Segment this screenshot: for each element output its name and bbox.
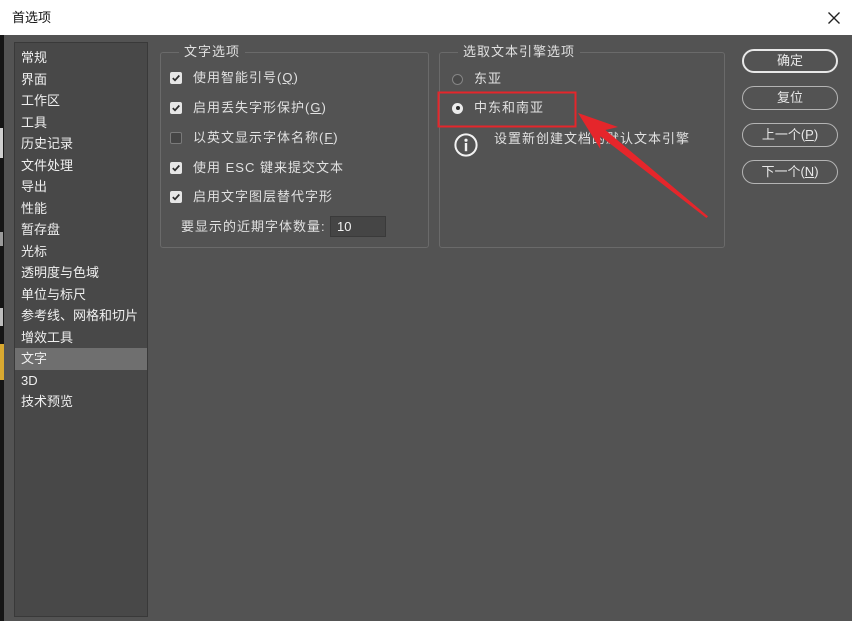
- sidebar-item-interface[interactable]: 界面: [15, 69, 147, 91]
- sidebar-item-scratch-disks[interactable]: 暂存盘: [15, 219, 147, 241]
- checkmark-icon: [172, 164, 180, 172]
- background-edge-fragment: [0, 308, 3, 326]
- sidebar-item-general[interactable]: 常规: [15, 47, 147, 69]
- smart-quotes-checkbox[interactable]: [170, 72, 182, 84]
- english-font-names-checkbox[interactable]: [170, 132, 182, 144]
- esc-commit-text-option[interactable]: 使用 ESC 键来提交文本: [170, 159, 344, 177]
- checkmark-icon: [172, 193, 180, 201]
- recent-fonts-count-input[interactable]: 10: [330, 216, 386, 237]
- sidebar-item-transparency-gamut[interactable]: 透明度与色域: [15, 262, 147, 284]
- recent-fonts-label: 要显示的近期字体数量:: [181, 219, 326, 234]
- reset-button[interactable]: 复位: [742, 86, 838, 110]
- esc-commit-text-checkbox[interactable]: [170, 162, 182, 174]
- esc-commit-text-label: 使用 ESC 键来提交文本: [193, 160, 344, 175]
- previous-button[interactable]: 上一个(P): [742, 123, 838, 147]
- text-engine-description: 设置新创建文档的默认文本引擎: [494, 131, 691, 146]
- sidebar-item-3d[interactable]: 3D: [15, 370, 147, 392]
- sidebar-item-tools[interactable]: 工具: [15, 112, 147, 134]
- next-button[interactable]: 下一个(N): [742, 160, 838, 184]
- preferences-dialog: 首选项 常规 界面 工作区 工具 历史记录 文件处理 导出 性能 暂存盘 光标 …: [0, 0, 852, 621]
- sidebar-item-export[interactable]: 导出: [15, 176, 147, 198]
- text-engine-options-title: 选取文本引擎选项: [458, 44, 581, 60]
- window-title: 首选项: [12, 10, 52, 25]
- preferences-category-list[interactable]: 常规 界面 工作区 工具 历史记录 文件处理 导出 性能 暂存盘 光标 透明度与…: [14, 42, 148, 617]
- alternate-glyphs-label: 启用文字图层替代字形: [193, 189, 334, 204]
- text-engine-options-group: 选取文本引擎选项 东亚 中东和南亚 设置新创建文档的默认文本引擎: [439, 44, 725, 248]
- missing-glyph-protection-checkbox[interactable]: [170, 102, 182, 114]
- ok-button[interactable]: 确定: [742, 49, 838, 73]
- sidebar-item-type[interactable]: 文字: [15, 348, 147, 370]
- sidebar-item-performance[interactable]: 性能: [15, 198, 147, 220]
- title-bar: 首选项: [0, 0, 852, 35]
- close-icon: [828, 12, 840, 24]
- east-asian-label: 东亚: [474, 71, 503, 86]
- middle-east-south-asian-engine-option[interactable]: 中东和南亚: [452, 99, 544, 117]
- alternate-glyphs-option[interactable]: 启用文字图层替代字形: [170, 188, 333, 206]
- smart-quotes-label: 使用智能引号(Q): [193, 70, 299, 85]
- sidebar-item-plugins[interactable]: 增效工具: [15, 327, 147, 349]
- missing-glyph-protection-label: 启用丢失字形保护(G): [193, 100, 327, 115]
- english-font-names-label: 以英文显示字体名称(F): [193, 130, 339, 145]
- checkmark-icon: [172, 74, 180, 82]
- type-options-group: 文字选项 使用智能引号(Q) 启用丢失字形保护(G) 以英文显示字体名称(F) …: [160, 44, 429, 248]
- type-options-title: 文字选项: [179, 44, 246, 60]
- alternate-glyphs-checkbox[interactable]: [170, 191, 182, 203]
- english-font-names-option[interactable]: 以英文显示字体名称(F): [170, 129, 339, 147]
- info-icon: [454, 133, 478, 157]
- sidebar-item-units-rulers[interactable]: 单位与标尺: [15, 284, 147, 306]
- east-asian-engine-option[interactable]: 东亚: [452, 70, 502, 88]
- smart-quotes-option[interactable]: 使用智能引号(Q): [170, 69, 299, 87]
- close-button[interactable]: [825, 9, 843, 27]
- background-edge-fragment: [0, 344, 4, 380]
- middle-east-south-asian-label: 中东和南亚: [474, 100, 545, 115]
- sidebar-item-technology-previews[interactable]: 技术预览: [15, 391, 147, 413]
- radio-dot-icon: [455, 106, 460, 110]
- east-asian-radio[interactable]: [452, 73, 463, 85]
- sidebar-item-file-handling[interactable]: 文件处理: [15, 155, 147, 177]
- sidebar-item-workspace[interactable]: 工作区: [15, 90, 147, 112]
- missing-glyph-protection-option[interactable]: 启用丢失字形保护(G): [170, 99, 327, 117]
- sidebar-item-guides-grid-slices[interactable]: 参考线、网格和切片: [15, 305, 147, 327]
- background-edge: [0, 35, 4, 621]
- background-edge-fragment: [0, 128, 3, 158]
- middle-east-south-asian-radio[interactable]: [452, 102, 463, 114]
- sidebar-item-cursors[interactable]: 光标: [15, 241, 147, 263]
- background-edge-fragment: [0, 232, 3, 246]
- sidebar-item-history-log[interactable]: 历史记录: [15, 133, 147, 155]
- checkmark-icon: [172, 104, 180, 112]
